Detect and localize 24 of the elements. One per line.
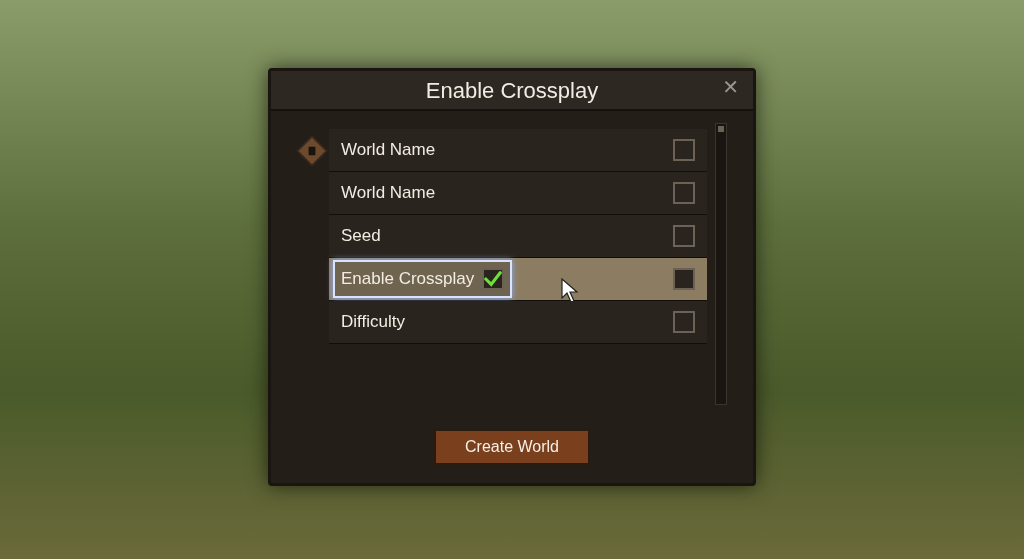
- row-label: Difficulty: [341, 311, 405, 334]
- row-label: World Name: [341, 139, 436, 162]
- row-label: World Name: [341, 182, 436, 205]
- settings-row[interactable]: Enable Crossplay: [329, 258, 707, 301]
- checkmark-icon: [484, 270, 503, 288]
- scroll-thumb[interactable]: [718, 126, 724, 132]
- row-checkbox[interactable]: [673, 311, 695, 333]
- row-checkbox[interactable]: [673, 182, 695, 204]
- row-checkbox[interactable]: [673, 268, 695, 290]
- settings-row[interactable]: Seed: [329, 215, 707, 258]
- mouse-cursor-icon: [561, 278, 579, 304]
- settings-row[interactable]: Difficulty: [329, 301, 707, 344]
- row-label: Seed: [341, 225, 381, 248]
- settings-row[interactable]: World Name: [329, 129, 707, 172]
- row-checkbox[interactable]: [673, 139, 695, 161]
- row-label: Enable Crossplay: [341, 268, 475, 291]
- window-title: Enable Crossplay: [425, 76, 599, 105]
- close-button[interactable]: ✕: [718, 77, 743, 97]
- row-checkbox[interactable]: [673, 225, 695, 247]
- scrollbar[interactable]: [715, 123, 727, 405]
- create-world-button[interactable]: Create World: [434, 429, 590, 465]
- option-checkbox[interactable]: [482, 268, 505, 290]
- settings-row[interactable]: World Name: [329, 172, 707, 215]
- focused-option[interactable]: Enable Crossplay: [333, 260, 513, 298]
